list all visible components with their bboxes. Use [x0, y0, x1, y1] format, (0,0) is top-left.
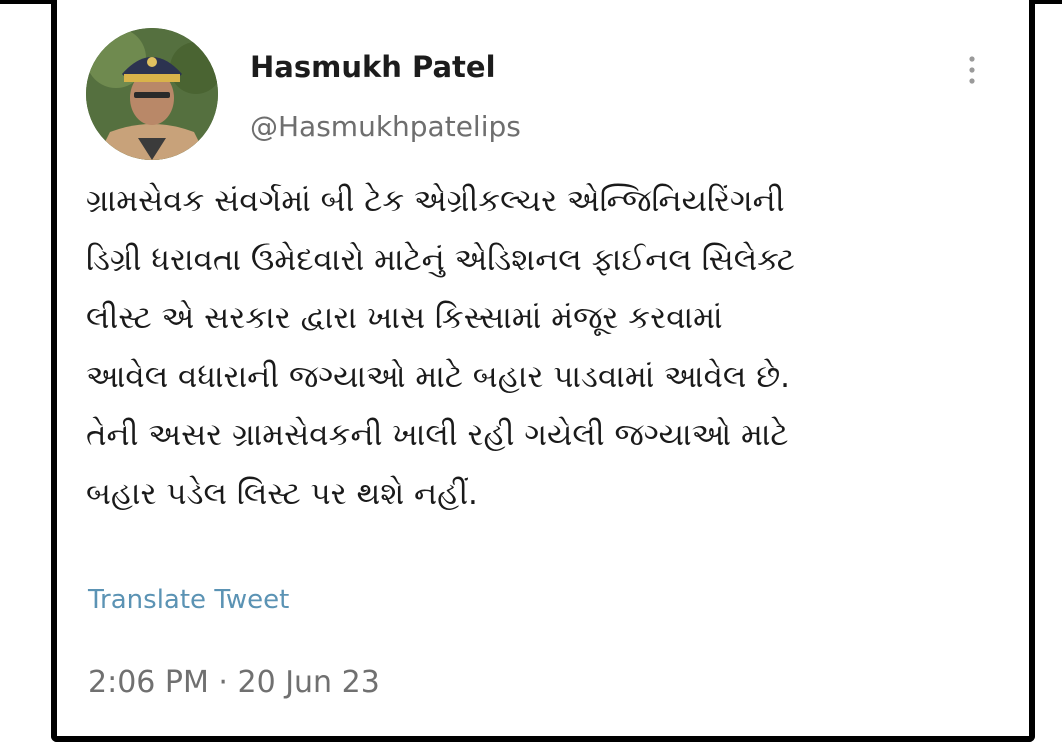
- tweet-timestamp[interactable]: 2:06 PM · 20 Jun 23: [88, 665, 380, 700]
- tweet-text-line: ડિગ્રી ધરાવતા ઉમેદવારો માટેનું એડિશનલ ફા…: [86, 241, 795, 278]
- tweet-text-line: લીસ્ટ એ સરકાર દ્વારા ખાસ કિસ્સામાં મંજૂર…: [86, 300, 723, 336]
- translate-tweet-link[interactable]: Translate Tweet: [88, 585, 289, 615]
- tweet-text-line: ગ્રામસેવક સંવર્ગમાં બી ટેક એગ્રીકલ્ચર એન…: [86, 183, 785, 219]
- avatar[interactable]: [86, 28, 218, 160]
- tweet-text: ગ્રામસેવક સંવર્ગમાં બી ટેક એગ્રીકલ્ચર એન…: [86, 172, 986, 523]
- tweet-text-line: બહાર પડેલ લિસ્ટ પર થશે નહીં.: [86, 475, 478, 512]
- author-handle[interactable]: @Hasmukhpatelips: [250, 110, 521, 143]
- tweet-text-line: તેની અસર ગ્રામસેવકની ખાલી રહી ગયેલી જગ્ય…: [86, 417, 789, 453]
- more-options-button[interactable]: [958, 50, 986, 90]
- author-display-name[interactable]: Hasmukh Patel: [250, 50, 496, 84]
- vertical-ellipsis-icon: [969, 56, 975, 84]
- profile-photo-icon: [86, 28, 218, 160]
- tweet-text-line: આવેલ વધારાની જગ્યાઓ માટે બહાર પાડવામાં આ…: [86, 358, 791, 395]
